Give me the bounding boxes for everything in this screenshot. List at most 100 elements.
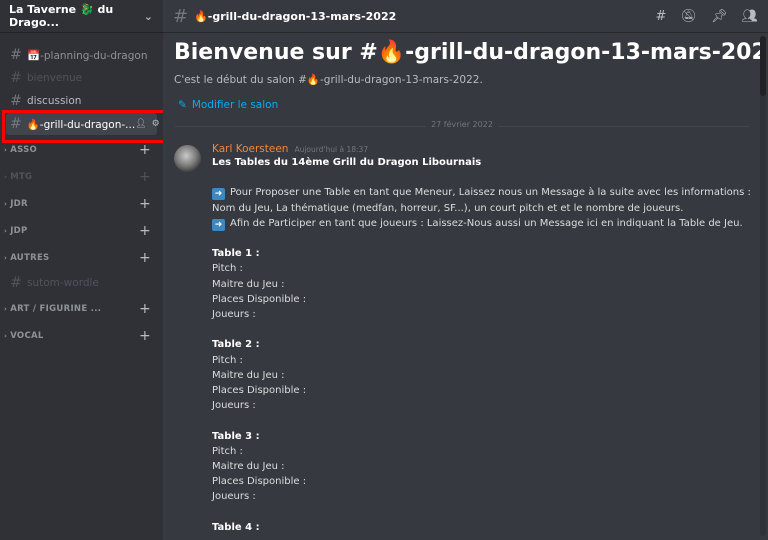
channel-item[interactable]: # discussion xyxy=(6,90,157,112)
message-line: Pitch : xyxy=(212,261,761,276)
channel-title: 🔥-grill-du-dragon-13-mars-2022 xyxy=(194,9,397,23)
message-line: Joueurs : xyxy=(212,398,761,413)
category-header[interactable]: › JDP + xyxy=(0,217,163,244)
hash-icon: # xyxy=(10,116,22,132)
gear-icon[interactable]: ⚙ xyxy=(152,119,160,129)
category-left: › ASSO xyxy=(4,145,37,155)
category-left: › JDP xyxy=(4,226,28,236)
category-header[interactable]: › ART / FIGURINE ... + xyxy=(0,295,163,322)
invite-icon[interactable]: 👤︎ xyxy=(135,119,146,129)
message-line-text: Maitre du Jeu : xyxy=(212,461,285,472)
scrollbar-thumb[interactable] xyxy=(760,36,766,96)
message-line xyxy=(212,505,761,520)
channel-item[interactable]: # bienvenue xyxy=(6,67,157,89)
message-line: Maitre du Jeu : xyxy=(212,368,761,383)
threads-icon[interactable]: # xyxy=(656,9,667,24)
message-line-text: Table 1 : xyxy=(212,248,260,260)
avatar[interactable] xyxy=(174,145,201,172)
edit-channel-label: Modifier le salon xyxy=(191,99,279,111)
guild-name: La Taverne 🐉 du Drago... xyxy=(9,3,114,29)
category-left: › AUTRES xyxy=(4,253,49,263)
message-line: Places Disponible : xyxy=(212,474,761,489)
welcome-subtitle: C'est le début du salon #🔥-grill-du-drag… xyxy=(174,74,483,86)
chevron-down-icon[interactable]: ⌄ xyxy=(144,10,153,23)
channel-item[interactable]: # 📅-planning-du-dragon xyxy=(6,44,157,66)
channel-label: 📅-planning-du-dragon xyxy=(27,49,148,62)
message-line: Joueurs : xyxy=(212,307,761,322)
channel-label: bienvenue xyxy=(27,72,83,84)
category-label: AUTRES xyxy=(10,252,50,263)
arrow-right-icon: ➜ xyxy=(212,218,225,231)
message-header: Karl Koersteen Aujourd'hui à 18:37 xyxy=(212,143,761,155)
message-body: Les Tables du 14ème Grill du Dragon Libo… xyxy=(212,155,761,535)
category-left: › MTG xyxy=(4,172,32,182)
add-channel-icon[interactable]: + xyxy=(139,169,151,185)
add-channel-icon[interactable]: + xyxy=(139,196,151,212)
category-left: › JDR xyxy=(4,199,28,209)
message-line xyxy=(212,322,761,337)
pin-icon[interactable]: 📌︎ xyxy=(711,9,728,24)
arrow-right-icon: ➜ xyxy=(212,188,225,201)
edit-channel-link[interactable]: ✎ Modifier le salon xyxy=(178,99,761,111)
chevron-right-icon: › xyxy=(4,331,8,340)
category-header[interactable]: › MTG + xyxy=(0,163,163,190)
message-line-text: Pitch : xyxy=(212,263,243,275)
add-channel-icon[interactable]: + xyxy=(139,142,151,158)
welcome-title: Bienvenue sur #🔥-grill-du-dragon-13-mars… xyxy=(174,40,761,65)
date-divider-label: 27 février 2022 xyxy=(426,120,498,129)
category-header[interactable]: › ASSO + xyxy=(0,136,163,163)
message-line-text: Joueurs : xyxy=(212,400,256,412)
message-line-text: Maitre du Jeu : xyxy=(212,369,285,381)
message-scroller[interactable]: Bienvenue sur #🔥-grill-du-dragon-13-mars… xyxy=(163,33,761,540)
hash-icon: # xyxy=(10,93,22,109)
category-header[interactable]: › VOCAL + xyxy=(0,322,163,349)
message-line: Pitch : xyxy=(212,353,761,368)
members-icon[interactable]: 👥︎ xyxy=(741,9,758,24)
topbar-tools: # 🔕︎ 📌︎ 👥︎ xyxy=(656,9,758,24)
message-line xyxy=(212,413,761,428)
category-label: ART / FIGURINE ... xyxy=(10,303,102,314)
message-line: Places Disponible : xyxy=(212,292,761,307)
message-line: ➜ Pour Proposer une Table en tant que Men… xyxy=(212,185,761,201)
add-channel-icon[interactable]: + xyxy=(139,328,151,344)
scrollbar-track[interactable] xyxy=(760,36,766,536)
message-line: Places Disponible : xyxy=(212,383,761,398)
category-header[interactable]: › JDR + xyxy=(0,190,163,217)
message-line-text: Table 2 : xyxy=(212,339,260,351)
date-divider: 27 février 2022 xyxy=(175,120,749,129)
category-label: MTG xyxy=(10,171,33,182)
message-author[interactable]: Karl Koersteen xyxy=(212,143,288,155)
channel-label: discussion xyxy=(27,95,82,107)
message-line: Les Tables du 14ème Grill du Dragon Libo… xyxy=(212,155,761,170)
category-header[interactable]: › AUTRES + xyxy=(0,244,163,271)
pencil-icon: ✎ xyxy=(178,99,187,111)
chevron-right-icon: › xyxy=(4,145,8,154)
message-line-text: Joueurs : xyxy=(212,491,256,503)
message-line: Table 1 : xyxy=(212,246,761,261)
message-line: ➜ Afin de Participer en tant que joueurs … xyxy=(212,216,761,231)
message[interactable]: Karl Koersteen Aujourd'hui à 18:37 Les T… xyxy=(163,143,761,535)
channel-sidebar: La Taverne 🐉 du Drago... ⌄ # 📅-planning-d… xyxy=(0,0,167,540)
channel-list: # 📅-planning-du-dragon # bienvenue # discussi… xyxy=(0,33,163,349)
chevron-right-icon: › xyxy=(4,172,8,181)
add-channel-icon[interactable]: + xyxy=(139,250,151,266)
category-left: › ART / FIGURINE ... xyxy=(4,304,101,314)
mute-bell-icon[interactable]: 🔕︎ xyxy=(680,9,697,24)
channel-item[interactable]: # 🔥-grill-du-dragon-... 👤︎ ⚙ xyxy=(6,113,160,135)
guild-header[interactable]: La Taverne 🐉 du Drago... ⌄ xyxy=(0,0,163,33)
message-line-text: Table 4 : xyxy=(212,521,260,533)
category-label: JDP xyxy=(10,225,28,236)
message-line-text: Afin de Participer en tant que joueurs :… xyxy=(230,217,743,229)
add-channel-icon[interactable]: + xyxy=(139,223,151,239)
message-line: Nom du Jeu, La thématique (medfan, horre… xyxy=(212,201,761,216)
message-line-text: Pitch : xyxy=(212,445,243,457)
message-line: Joueurs : xyxy=(212,489,761,504)
message-line-text: Places Disponible : xyxy=(212,476,307,488)
channel-label: 🔥-grill-du-dragon-... xyxy=(26,118,136,131)
message-line-text: Les Tables du 14ème Grill du Dragon Libo… xyxy=(212,157,482,168)
channel-item[interactable]: # sutom-wordle xyxy=(6,272,157,294)
channel-topbar: # 🔥-grill-du-dragon-13-mars-2022 # 🔕︎ 📌︎… xyxy=(163,0,768,33)
message-line: Table 2 : xyxy=(212,337,761,352)
message-line-text: Pitch : xyxy=(212,354,243,366)
add-channel-icon[interactable]: + xyxy=(139,301,151,317)
